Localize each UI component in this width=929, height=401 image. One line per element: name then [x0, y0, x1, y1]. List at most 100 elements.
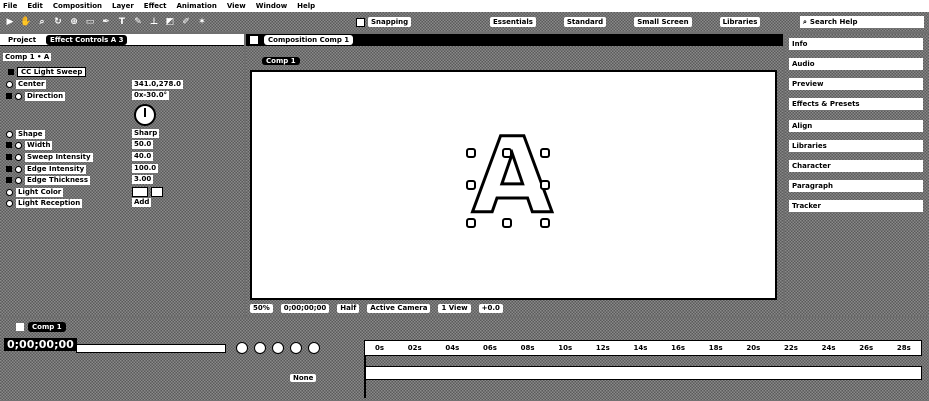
property-width[interactable]: Width [6, 140, 53, 150]
brush-tool-icon[interactable]: ✎ [132, 16, 144, 28]
exposure-value[interactable]: +0.0 [478, 304, 503, 313]
playhead[interactable] [364, 356, 366, 398]
time-ruler[interactable]: 0s 02s 04s 06s 08s 10s 12s 14s 16s 18s 2… [364, 340, 922, 356]
transform-handle[interactable] [502, 218, 512, 228]
light-color-swatch[interactable] [132, 187, 148, 197]
transform-handle[interactable] [540, 148, 550, 158]
transform-handle[interactable] [466, 148, 476, 158]
draft-3d-icon[interactable] [236, 342, 248, 354]
composition-viewer[interactable]: A [250, 70, 777, 300]
clone-stamp-icon[interactable]: ⊥ [148, 16, 160, 28]
stopwatch-icon[interactable] [15, 92, 22, 100]
property-edge-intensity[interactable]: Edge Intensity [6, 164, 87, 174]
property-center[interactable]: Center [6, 79, 47, 89]
expand-triangle-icon[interactable] [6, 166, 12, 172]
edge-thickness-value[interactable]: 3.00 [132, 175, 154, 184]
pan-behind-icon[interactable]: ⊕ [68, 16, 80, 28]
sweep-intensity-value[interactable]: 40.0 [132, 152, 154, 161]
expand-triangle-icon[interactable] [6, 154, 12, 160]
property-shape[interactable]: Shape [6, 129, 45, 139]
frame-blending-icon[interactable] [272, 342, 284, 354]
expand-triangle-icon[interactable] [6, 93, 12, 99]
timeline-search-input[interactable] [76, 344, 226, 353]
transform-handle[interactable] [466, 180, 476, 190]
stopwatch-icon[interactable] [15, 165, 22, 173]
panel-paragraph[interactable]: Paragraph [789, 180, 923, 192]
hand-tool-icon[interactable]: ✋ [20, 16, 32, 28]
edge-intensity-value[interactable]: 100.0 [132, 164, 159, 173]
timecode-display[interactable]: 0;00;00;00 [4, 338, 77, 351]
menu-help[interactable]: Help [297, 2, 315, 10]
tab-composition[interactable]: Composition Comp 1 [264, 35, 354, 45]
eyedropper-icon[interactable] [151, 187, 163, 197]
lock-icon[interactable] [250, 36, 258, 44]
stopwatch-icon[interactable] [6, 130, 13, 138]
column-header-parent[interactable]: None [290, 374, 317, 383]
stopwatch-icon[interactable] [6, 80, 13, 88]
stopwatch-icon[interactable] [6, 199, 13, 207]
center-value[interactable]: 341.0,278.0 [132, 80, 183, 89]
type-tool-icon[interactable]: T [116, 16, 128, 28]
property-sweep-intensity[interactable]: Sweep Intensity [6, 152, 93, 162]
puppet-pin-icon[interactable]: ✶ [196, 16, 208, 28]
light-reception-dropdown[interactable]: Add [132, 198, 152, 207]
menu-window[interactable]: Window [256, 2, 287, 10]
panel-effects-presets[interactable]: Effects & Presets [789, 98, 923, 110]
snapping-checkbox[interactable] [356, 17, 365, 27]
panel-libraries[interactable]: Libraries [789, 140, 923, 152]
menu-view[interactable]: View [227, 2, 246, 10]
panel-character[interactable]: Character [789, 160, 923, 172]
effect-header[interactable]: CC Light Sweep [8, 67, 87, 77]
motion-blur-icon[interactable] [290, 342, 302, 354]
shy-icon[interactable] [254, 342, 266, 354]
expand-triangle-icon[interactable] [8, 69, 14, 75]
property-light-reception[interactable]: Light Reception [6, 198, 83, 208]
snapping-control[interactable]: Snapping [356, 17, 412, 27]
close-icon[interactable] [16, 323, 24, 331]
panel-info[interactable]: Info [789, 38, 923, 50]
pen-tool-icon[interactable]: ✒ [100, 16, 112, 28]
selection-tool-icon[interactable]: ▶ [4, 16, 16, 28]
stopwatch-icon[interactable] [15, 153, 22, 161]
views-dropdown[interactable]: 1 View [438, 304, 471, 313]
transform-handle[interactable] [502, 148, 512, 158]
expand-triangle-icon[interactable] [6, 142, 12, 148]
current-time[interactable]: 0;00;00;00 [280, 304, 330, 313]
camera-dropdown[interactable]: Active Camera [367, 304, 431, 313]
menu-effect[interactable]: Effect [144, 2, 167, 10]
workspace-libraries[interactable]: Libraries [719, 17, 761, 27]
roto-brush-icon[interactable]: ✐ [180, 16, 192, 28]
property-light-color[interactable]: Light Color [6, 187, 64, 197]
eraser-icon[interactable]: ◩ [164, 16, 176, 28]
panel-align[interactable]: Align [789, 120, 923, 132]
transform-handle[interactable] [466, 218, 476, 228]
comp-breadcrumb[interactable]: Comp 1 [262, 56, 300, 66]
stopwatch-icon[interactable] [15, 141, 22, 149]
tab-effect-controls[interactable]: Effect Controls A 3 [46, 34, 128, 45]
workspace-essentials[interactable]: Essentials [490, 17, 536, 27]
menu-edit[interactable]: Edit [27, 2, 43, 10]
resolution-dropdown[interactable]: Half [337, 304, 360, 313]
stopwatch-icon[interactable] [6, 188, 13, 196]
transform-handle[interactable] [540, 180, 550, 190]
zoom-dropdown[interactable]: 50% [250, 304, 273, 313]
graph-editor-icon[interactable] [308, 342, 320, 354]
property-direction[interactable]: Direction [6, 91, 66, 101]
direction-value[interactable]: 0x-30.0° [132, 91, 170, 100]
tab-project[interactable]: Project [4, 34, 41, 45]
expand-triangle-icon[interactable] [6, 177, 12, 183]
shape-dropdown[interactable]: Sharp [132, 129, 160, 138]
menu-composition[interactable]: Composition [53, 2, 102, 10]
menu-file[interactable]: File [3, 2, 17, 10]
direction-dial[interactable] [134, 104, 156, 126]
panel-audio[interactable]: Audio [789, 58, 923, 70]
search-help-field[interactable]: ⌕ Search Help [800, 16, 924, 28]
width-value[interactable]: 50.0 [132, 140, 154, 149]
panel-preview[interactable]: Preview [789, 78, 923, 90]
stopwatch-icon[interactable] [15, 176, 22, 184]
rectangle-tool-icon[interactable]: ▭ [84, 16, 96, 28]
tab-timeline-comp[interactable]: Comp 1 [28, 322, 66, 332]
menu-animation[interactable]: Animation [176, 2, 216, 10]
transform-handle[interactable] [540, 218, 550, 228]
text-layer-a[interactable]: A [462, 123, 554, 232]
